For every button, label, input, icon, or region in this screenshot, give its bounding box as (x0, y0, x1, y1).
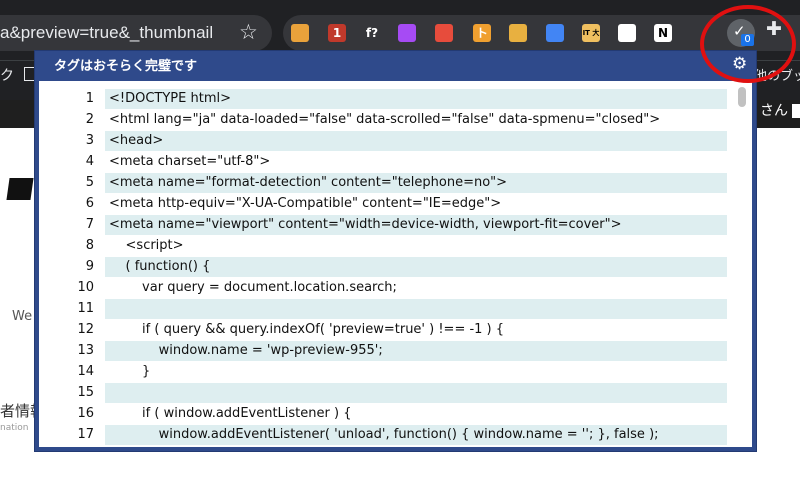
ext-icon-4[interactable] (398, 24, 416, 42)
code-text: ( function() { (105, 257, 727, 277)
line-number: 13 (77, 343, 94, 358)
ext-icon-10[interactable] (618, 24, 636, 42)
url-text: a&preview=true&_thumbnail (0, 23, 214, 42)
code-line: 7 <meta name="viewport" content="width=de… (39, 215, 729, 235)
scrollbar[interactable] (735, 81, 749, 447)
code-text (105, 299, 727, 319)
ext-icon-11[interactable]: N (654, 24, 672, 42)
code-text (105, 383, 727, 403)
code-line: 12 if ( query && query.indexOf( 'preview… (39, 320, 729, 340)
code-text: <html lang="ja" data-loaded="false" data… (109, 112, 661, 127)
code-line: 8 <script> (39, 236, 729, 256)
address-bar[interactable]: a&preview=true&_thumbnail ☆ (0, 15, 272, 51)
code-text: <meta charset="utf-8"> (109, 154, 271, 169)
ext-icon-1[interactable] (291, 24, 309, 42)
code-text: window.name = 'wp-preview-955'; (105, 341, 727, 361)
code-line: 16 if ( window.addEventListener ) { (39, 404, 729, 424)
line-number: 8 (85, 238, 94, 253)
code-line: 17 window.addEventListener( 'unload', fu… (39, 425, 729, 445)
code-line: 14 } (39, 362, 729, 382)
code-line: 15 (39, 383, 729, 403)
ext-icon-7[interactable] (509, 24, 527, 42)
line-number: 7 (85, 217, 94, 232)
annotation-circle (700, 5, 796, 83)
line-number: 6 (85, 196, 94, 211)
line-number: 11 (77, 301, 94, 316)
code-text: <script> (109, 238, 184, 253)
line-number: 1 (85, 91, 94, 106)
ext-icon-6[interactable]: ト (473, 24, 491, 42)
code-line: 11 (39, 299, 729, 319)
code-text: <head> (105, 131, 727, 151)
line-number: 12 (77, 322, 94, 337)
tag-assistant-popup: タグはおそらく完璧です ⚙ 1 <!DOCTYPE html> 2 <html lan… (34, 50, 757, 452)
user-menu-icon[interactable] (792, 104, 800, 118)
user-name-suffix: さん (760, 103, 788, 119)
code-text: <!DOCTYPE html> (105, 89, 727, 109)
code-line: 1 <!DOCTYPE html> (39, 89, 729, 109)
code-line: 6 <meta http-equiv="X-UA-Compatible" cont… (39, 194, 729, 214)
line-number: 2 (85, 112, 94, 127)
ext-icon-2[interactable]: 1 (328, 24, 346, 42)
scrollbar-thumb[interactable] (738, 87, 746, 107)
line-number: 5 (85, 175, 94, 190)
line-number: 17 (77, 427, 94, 442)
page-text-we: We (12, 309, 33, 324)
code-line: 9 ( function() { (39, 257, 729, 277)
ext-icon-9[interactable]: IT 大学 (582, 24, 600, 42)
ext-icon-3[interactable]: f? (363, 24, 381, 42)
source-code-view[interactable]: 1 <!DOCTYPE html> 2 <html lang="ja" data-lo… (39, 81, 752, 447)
code-text: var query = document.location.search; (109, 280, 397, 295)
code-text: if ( query && query.indexOf( 'preview=tr… (109, 322, 505, 337)
site-logo (6, 178, 34, 200)
line-number: 16 (77, 406, 94, 421)
code-text: <meta name="format-detection" content="t… (105, 173, 727, 193)
code-text: } (109, 364, 151, 379)
line-number: 3 (85, 133, 94, 148)
bookmark-item[interactable]: ク (0, 65, 14, 85)
ext-icon-5[interactable] (435, 24, 453, 42)
line-number: 4 (85, 154, 94, 169)
popup-title: タグはおそらく完璧です (54, 59, 198, 74)
code-text: <meta name="viewport" content="width=dev… (105, 215, 727, 235)
code-text: <meta http-equiv="X-UA-Compatible" conte… (109, 196, 502, 211)
page-text-nation: nation (0, 423, 29, 433)
line-number: 10 (77, 280, 94, 295)
line-number: 9 (85, 259, 94, 274)
code-line: 4 <meta charset="utf-8"> (39, 152, 729, 172)
code-line: 5 <meta name="format-detection" content="… (39, 173, 729, 193)
line-number: 15 (77, 385, 94, 400)
bookmark-star-icon[interactable]: ☆ (239, 21, 258, 43)
code-line: 3 <head> (39, 131, 729, 151)
code-line: 2 <html lang="ja" data-loaded="false" dat… (39, 110, 729, 130)
code-line: 10 var query = document.location.search; (39, 278, 729, 298)
line-number: 14 (77, 364, 94, 379)
ext-icon-8[interactable] (546, 24, 564, 42)
code-text: if ( window.addEventListener ) { (109, 406, 352, 421)
code-text: window.addEventListener( 'unload', funct… (105, 425, 727, 445)
code-line: 13 window.name = 'wp-preview-955'; (39, 341, 729, 361)
